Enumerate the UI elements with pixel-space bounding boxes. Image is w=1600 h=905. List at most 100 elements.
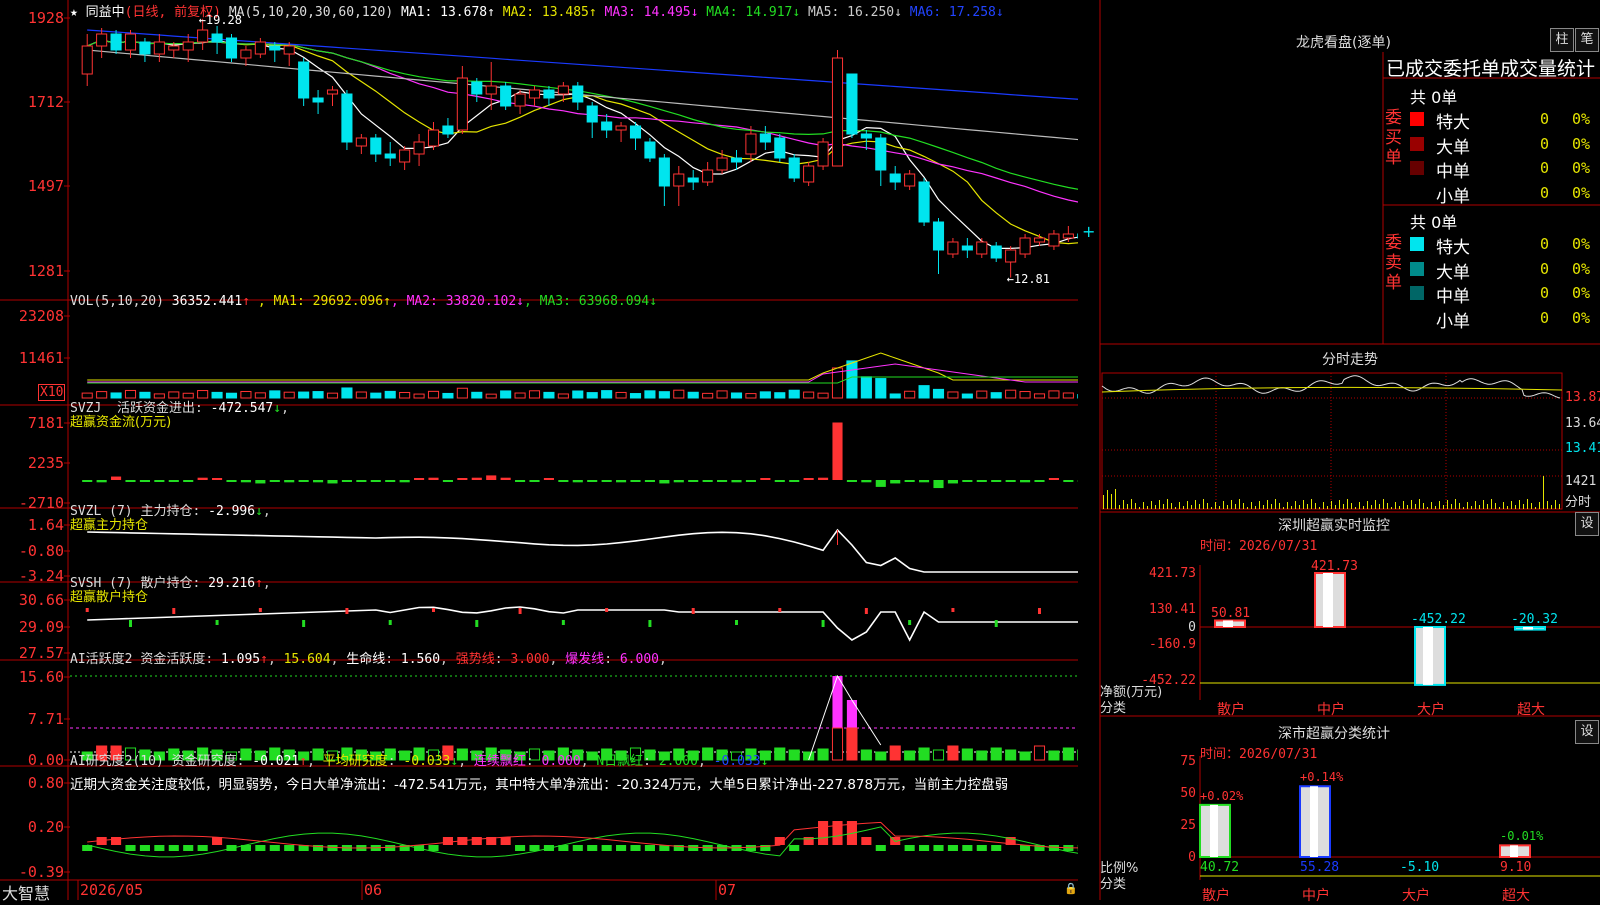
volume-bar	[775, 393, 785, 398]
order-size-name: 大单	[1436, 258, 1470, 283]
intraday-volume-bar	[1127, 504, 1128, 509]
order-pct: 0%	[1572, 235, 1590, 253]
order-size-name: 中单	[1436, 157, 1470, 182]
ma-value-ma5: MA5: 16.250↓	[808, 5, 910, 20]
intraday-volume-bar	[1499, 507, 1500, 509]
intraday-volume-bar	[1531, 503, 1532, 509]
candle	[1020, 234, 1030, 258]
classify-bar-4	[1500, 845, 1530, 857]
ma-label: MA(5,10,20,30,60,120)	[229, 5, 393, 20]
volume-bar	[558, 394, 568, 398]
ai-research-bar	[948, 845, 958, 851]
last-price-cross: +	[1082, 222, 1095, 241]
classify-y-tick: 25	[1100, 818, 1196, 833]
star-icon[interactable]: ★	[70, 5, 78, 20]
retail-holding-tick	[432, 608, 435, 612]
buy-total: 共 0单	[1410, 84, 1457, 108]
intraday-volume-bar	[1183, 506, 1184, 509]
volume-bar	[847, 361, 857, 398]
intraday-volume-bar	[1123, 500, 1124, 509]
candle	[226, 34, 236, 62]
volume-bar	[962, 394, 972, 398]
intraday-volume-bar	[1467, 502, 1468, 509]
retail-holding-tick	[389, 620, 392, 625]
stock-name[interactable]: 同益中	[86, 5, 125, 20]
fund-flow-bar	[789, 480, 799, 482]
ai-active-bar	[948, 746, 958, 760]
classify-bar-pct: -0.01%	[1500, 829, 1543, 843]
monitor-bar-value: -452.22	[1411, 612, 1466, 627]
intraday-volume-bar	[1543, 476, 1544, 509]
fund-flow-bar	[616, 480, 626, 482]
candle-body	[731, 158, 741, 162]
candle-body	[977, 242, 987, 254]
intraday-volume-bar	[1295, 501, 1296, 509]
intraday-volume-bar	[1151, 501, 1152, 509]
candle	[400, 146, 410, 170]
intraday-tick: 1421	[1565, 474, 1596, 489]
candle-body	[1049, 234, 1059, 246]
intraday-volume-bar	[1187, 501, 1188, 509]
classify-settings-button[interactable]: 设	[1575, 720, 1599, 744]
ai-active-bar	[1063, 748, 1073, 760]
candle-body	[789, 158, 799, 178]
ai-research-bar	[573, 845, 583, 851]
tick-mode-button[interactable]: 笔	[1575, 28, 1599, 52]
volume-bar	[804, 392, 814, 398]
candle	[472, 78, 482, 102]
intraday-volume-bar	[1223, 501, 1224, 509]
retail-holding-tick	[216, 620, 219, 625]
fund-flow-bar	[198, 478, 208, 480]
low-price-marker: ←12.81	[1007, 272, 1050, 286]
lock-icon[interactable]: 🔒	[1064, 882, 1078, 895]
svsh-tick: 27.57	[0, 644, 64, 662]
intraday-volume-bar	[1463, 507, 1464, 509]
classify-time: 时间：2026/07/31	[1200, 743, 1317, 762]
volume-bar	[457, 388, 467, 398]
intraday-volume-bar	[1291, 506, 1292, 509]
intraday-volume-bar	[1155, 505, 1156, 509]
candle-body	[515, 94, 525, 106]
ai-research-bar	[818, 821, 828, 845]
monitor-bar-value: 421.73	[1311, 559, 1358, 574]
candle	[991, 242, 1001, 262]
intraday-title: 分时走势	[1322, 349, 1378, 369]
intraday-volume-bar	[1411, 500, 1412, 509]
retail-holding-tick	[302, 620, 305, 627]
intraday-volume-bar	[1451, 504, 1452, 509]
volume-bar	[616, 392, 626, 398]
candle-body	[226, 38, 236, 58]
monitor-settings-button[interactable]: 设	[1575, 512, 1599, 536]
ai-active-bar	[1034, 746, 1044, 760]
fund-flow-bar	[775, 480, 785, 482]
ai-active-bar	[1006, 750, 1016, 760]
vol-tick: 23208	[0, 307, 64, 325]
fund-flow-bar	[1034, 480, 1044, 482]
order-size-swatch	[1410, 112, 1424, 126]
fund-flow-bar	[688, 480, 698, 482]
volume-bar	[486, 394, 496, 398]
candle-body	[385, 154, 395, 158]
intraday-volume-bar	[1347, 499, 1348, 509]
candle-body	[919, 182, 929, 222]
price-tick: 1281	[0, 262, 64, 280]
candle-body	[529, 90, 539, 98]
candle-body	[876, 138, 886, 170]
svsh-tick: 30.66	[0, 591, 64, 609]
candle-body	[905, 174, 915, 186]
intraday-volume-bar	[1315, 503, 1316, 509]
ai-active-bar	[962, 749, 972, 760]
ai-research-bar	[140, 845, 150, 851]
order-pct: 0%	[1572, 159, 1590, 177]
order-size-swatch	[1410, 262, 1424, 276]
intraday-volume-bar	[1111, 494, 1112, 509]
ai-active-bar	[847, 728, 857, 760]
intraday-volume-bar	[1551, 505, 1552, 509]
ai-research-bar	[602, 845, 612, 851]
bar-mode-button[interactable]: 柱	[1550, 28, 1574, 52]
candle-body	[717, 158, 727, 170]
fund-flow-bar	[97, 480, 107, 482]
candle	[587, 102, 597, 138]
fund-flow-bar	[140, 480, 150, 482]
ai-research-bar	[919, 845, 929, 851]
